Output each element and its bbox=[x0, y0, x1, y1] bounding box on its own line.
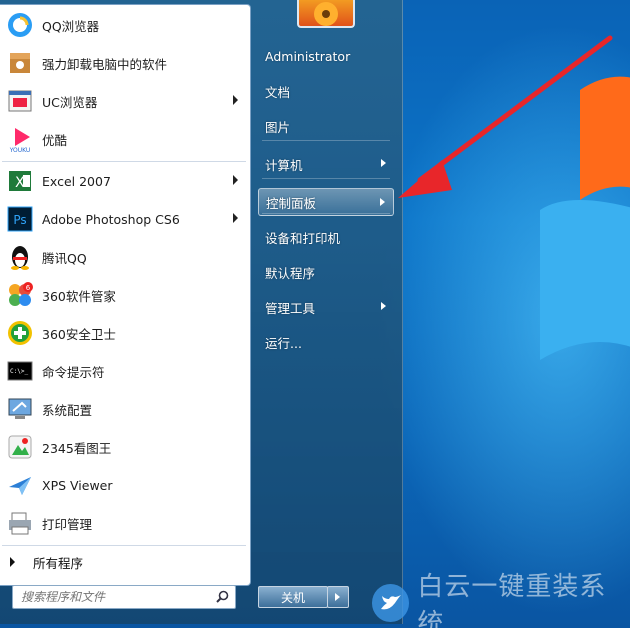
360-software-manager-icon: 6 bbox=[5, 280, 35, 310]
photoshop-icon: Ps bbox=[5, 204, 35, 234]
right-menu-item[interactable]: 控制面板 bbox=[258, 188, 394, 216]
qq-penguin-icon bbox=[5, 242, 35, 272]
right-menu-item[interactable]: 运行... bbox=[258, 328, 394, 356]
shutdown-options-button[interactable] bbox=[327, 586, 349, 608]
right-separator bbox=[262, 140, 390, 141]
right-menu-label: 默认程序 bbox=[265, 265, 316, 281]
all-programs-label: 所有程序 bbox=[33, 555, 84, 571]
program-label: 360安全卫士 bbox=[42, 326, 116, 342]
right-separator bbox=[262, 213, 390, 214]
uc-browser-icon bbox=[5, 86, 35, 116]
program-list-pane: QQ浏览器强力卸载电脑中的软件 UC浏览器 YOUKU 优酷 X Excel 2007 P… bbox=[0, 4, 251, 586]
program-item[interactable]: 打印管理 bbox=[0, 505, 248, 541]
expand-arrow-icon bbox=[10, 557, 15, 567]
system-config-icon bbox=[5, 394, 35, 424]
program-label: 2345看图王 bbox=[42, 440, 112, 456]
all-programs-button[interactable]: 所有程序 bbox=[0, 549, 248, 575]
submenu-arrow-icon[interactable] bbox=[233, 175, 238, 185]
pinned-separator bbox=[2, 161, 246, 162]
program-item[interactable]: 360安全卫士 bbox=[0, 315, 248, 351]
right-menu-item[interactable]: Administrator bbox=[258, 42, 394, 70]
submenu-arrow-icon bbox=[381, 302, 386, 310]
start-menu: QQ浏览器强力卸载电脑中的软件 UC浏览器 YOUKU 优酷 X Excel 2007 P… bbox=[0, 0, 403, 624]
svg-text:Ps: Ps bbox=[13, 213, 26, 227]
uninstall-box-icon bbox=[5, 48, 35, 78]
shutdown-button[interactable]: 关机 bbox=[258, 586, 328, 608]
right-menu-item[interactable]: 计算机 bbox=[258, 150, 394, 178]
svg-text:6: 6 bbox=[26, 284, 31, 292]
program-label: 系统配置 bbox=[42, 402, 93, 418]
program-label: 优酷 bbox=[42, 132, 68, 148]
right-menu-label: 运行... bbox=[265, 335, 302, 351]
flower-icon bbox=[314, 2, 338, 26]
program-item[interactable]: 系统配置 bbox=[0, 391, 248, 427]
program-label: 强力卸载电脑中的软件 bbox=[42, 56, 168, 72]
youku-icon: YOUKU bbox=[5, 124, 35, 154]
program-label: 腾讯QQ bbox=[42, 250, 87, 266]
program-item[interactable]: Ps Adobe Photoshop CS6 bbox=[0, 201, 248, 237]
qq-browser-icon bbox=[5, 10, 35, 40]
right-menu-item[interactable]: 设备和打印机 bbox=[258, 223, 394, 251]
program-label: UC浏览器 bbox=[42, 94, 98, 110]
submenu-arrow-icon[interactable] bbox=[233, 95, 238, 105]
right-menu-label: Administrator bbox=[265, 48, 351, 64]
user-picture[interactable] bbox=[297, 0, 355, 28]
right-menu-item[interactable]: 默认程序 bbox=[258, 258, 394, 286]
program-item[interactable]: UC浏览器 bbox=[0, 83, 248, 119]
program-item[interactable]: QQ浏览器 bbox=[0, 7, 248, 43]
program-item[interactable]: 强力卸载电脑中的软件 bbox=[0, 45, 248, 81]
print-management-icon bbox=[5, 508, 35, 538]
right-separator bbox=[262, 178, 390, 179]
search-icon[interactable] bbox=[216, 590, 229, 603]
right-menu-label: 图片 bbox=[265, 119, 291, 135]
program-item[interactable]: 6 360软件管家 bbox=[0, 277, 248, 313]
program-label: Adobe Photoshop CS6 bbox=[42, 211, 180, 227]
right-menu-label: 计算机 bbox=[265, 157, 303, 173]
right-menu-item[interactable]: 管理工具 bbox=[258, 293, 394, 321]
command-prompt-icon: C:\>_ bbox=[5, 356, 35, 386]
shutdown-label: 关机 bbox=[280, 590, 305, 605]
svg-text:YOUKU: YOUKU bbox=[9, 147, 31, 153]
search-box[interactable] bbox=[12, 585, 236, 609]
program-label: 打印管理 bbox=[42, 516, 93, 532]
right-menu-item[interactable]: 文档 bbox=[258, 77, 394, 105]
search-input[interactable] bbox=[19, 586, 208, 608]
program-item[interactable]: C:\>_ 命令提示符 bbox=[0, 353, 248, 389]
right-menu-label: 设备和打印机 bbox=[265, 230, 341, 246]
program-item[interactable]: YOUKU 优酷 bbox=[0, 121, 248, 157]
program-label: Excel 2007 bbox=[42, 173, 111, 189]
right-menu-label: 控制面板 bbox=[266, 195, 317, 211]
submenu-arrow-icon[interactable] bbox=[233, 213, 238, 223]
program-item[interactable]: X Excel 2007 bbox=[0, 163, 248, 199]
svg-text:C:\>_: C:\>_ bbox=[10, 368, 28, 375]
xps-viewer-icon bbox=[5, 470, 35, 500]
program-item[interactable]: XPS Viewer bbox=[0, 467, 248, 503]
right-menu-label: 管理工具 bbox=[265, 300, 316, 316]
program-label: 360软件管家 bbox=[42, 288, 116, 304]
watermark: 白云一键重装系统 bbox=[372, 572, 630, 639]
program-label: 命令提示符 bbox=[42, 364, 105, 380]
excel-icon: X bbox=[5, 166, 35, 196]
annotation-arrow bbox=[398, 35, 613, 198]
twitter-bird-icon bbox=[372, 584, 410, 622]
image-viewer-icon bbox=[5, 432, 35, 462]
program-label: QQ浏览器 bbox=[42, 18, 100, 34]
program-item[interactable]: 2345看图王 bbox=[0, 429, 248, 465]
watermark-text: 白云一键重装系统 bbox=[417, 572, 607, 639]
program-item[interactable]: 腾讯QQ bbox=[0, 239, 248, 275]
360-safe-icon bbox=[5, 318, 35, 348]
program-label: XPS Viewer bbox=[42, 477, 113, 493]
right-menu-item[interactable]: 图片 bbox=[258, 112, 394, 140]
right-menu-label: 文档 bbox=[265, 84, 291, 100]
all-programs-separator bbox=[2, 545, 246, 546]
